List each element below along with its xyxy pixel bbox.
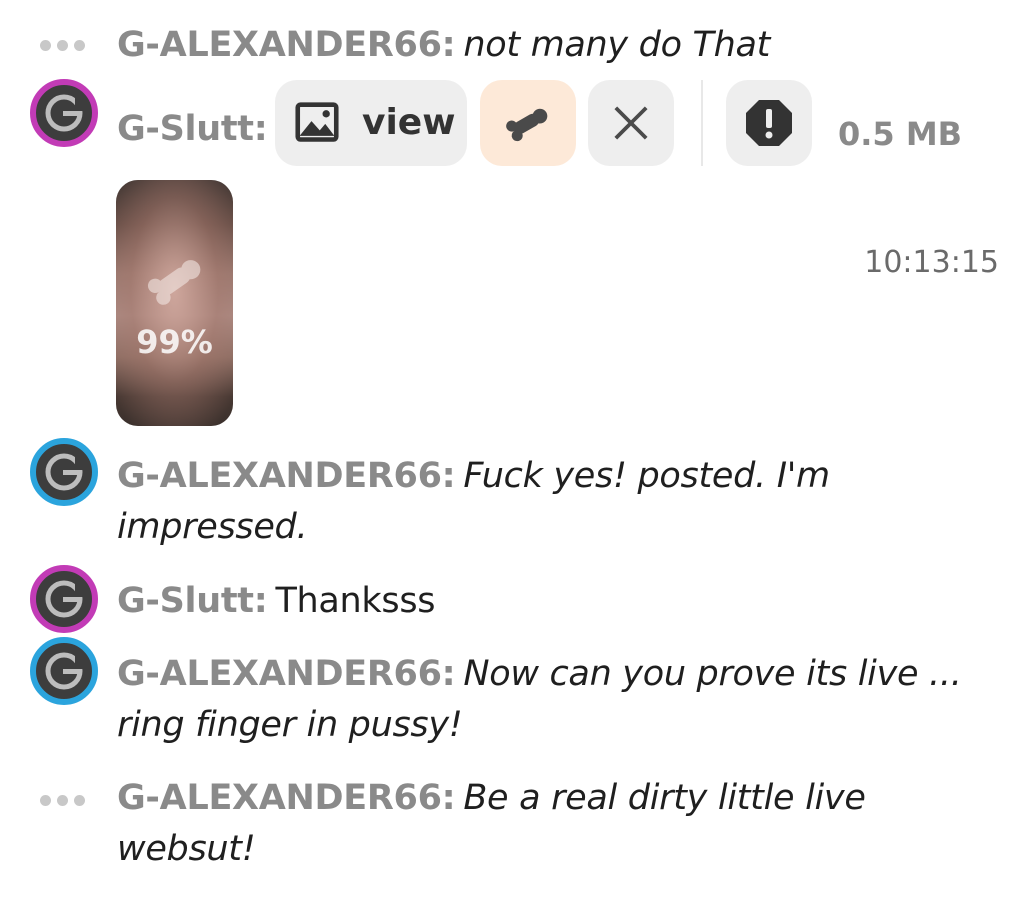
message-text: Be a real dirty little live	[463, 778, 866, 818]
message-username[interactable]: G-ALEXANDER66:	[117, 654, 456, 694]
message-text: Now can you prove its live ...	[463, 654, 962, 694]
message-text: not many do That	[463, 25, 771, 65]
file-size: 0.5 MB	[838, 115, 963, 153]
avatar[interactable]	[30, 637, 98, 705]
avatar[interactable]	[30, 438, 98, 506]
blurred-image-thumbnail[interactable]: 99%	[116, 180, 233, 426]
avatar[interactable]	[30, 79, 98, 147]
confidence-label: 99%	[136, 323, 213, 361]
message-username[interactable]: G-ALEXANDER66:	[117, 25, 456, 65]
message-text-continued: impressed.	[117, 507, 308, 547]
divider	[701, 80, 703, 166]
message-text-continued: websut!	[117, 829, 256, 869]
avatar[interactable]	[30, 565, 98, 633]
message-text-continued: ring finger in pussy!	[117, 705, 463, 745]
phallus-icon	[147, 260, 201, 305]
message-username[interactable]: G-Slutt:	[117, 109, 268, 149]
close-icon	[614, 106, 648, 140]
phallus-icon	[506, 108, 548, 142]
image-icon	[295, 102, 339, 142]
view-label: view	[362, 102, 456, 143]
g-logo-icon	[45, 94, 83, 132]
typing-dots-icon	[40, 795, 88, 807]
message-text: Fuck yes! posted. I'm	[463, 456, 830, 496]
g-logo-icon	[45, 453, 83, 491]
message-username[interactable]: G-ALEXANDER66:	[117, 456, 456, 496]
message-text: Thanksss	[275, 581, 436, 621]
report-icon	[746, 100, 792, 146]
g-logo-icon	[45, 580, 83, 618]
detection-button[interactable]	[480, 80, 576, 166]
view-button[interactable]: view	[275, 80, 467, 166]
g-logo-icon	[45, 652, 83, 690]
close-button[interactable]	[588, 80, 674, 166]
message-username[interactable]: G-ALEXANDER66:	[117, 778, 456, 818]
message-username[interactable]: G-Slutt:	[117, 581, 268, 621]
report-button[interactable]	[726, 80, 812, 166]
typing-dots-icon	[40, 40, 88, 52]
timestamp: 10:13:15	[864, 245, 999, 280]
